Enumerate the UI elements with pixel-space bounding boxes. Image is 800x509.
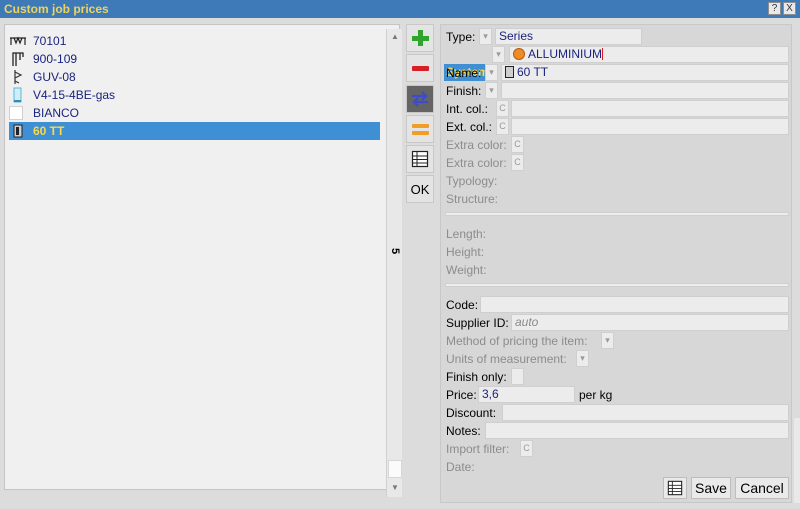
name-label: Name: xyxy=(446,66,482,80)
profile-section-icon xyxy=(9,123,27,139)
height-label: Height: xyxy=(446,245,485,259)
swap-arrows-icon xyxy=(412,91,428,107)
ext-col-field[interactable] xyxy=(511,118,789,135)
discount-label: Discount: xyxy=(446,406,497,420)
scroll-thumb[interactable] xyxy=(388,460,402,478)
code-field[interactable] xyxy=(480,296,789,313)
code-label: Code: xyxy=(446,298,479,312)
list-item-70101[interactable]: 70101 xyxy=(9,32,380,50)
list-item-bianco[interactable]: BIANCO xyxy=(9,104,380,122)
aluminium-badge-icon xyxy=(513,48,525,60)
price-label: Price: xyxy=(446,388,477,402)
list-item-label: 60 TT xyxy=(33,124,65,138)
pricing-method-dropdown: ▾ xyxy=(601,332,614,349)
finish-label: Finish: xyxy=(446,84,482,98)
rail-profile-icon xyxy=(9,33,27,49)
color-swatch-icon xyxy=(9,105,27,121)
bracket-profile-icon xyxy=(9,51,27,67)
type-label: Type: xyxy=(446,30,476,44)
section-divider xyxy=(445,283,789,287)
system-value: ALLUMINIUM xyxy=(528,47,603,61)
pricing-method-label: Method of pricing the item: xyxy=(446,334,588,348)
name-field[interactable]: 60 TT xyxy=(501,64,789,81)
swap-button[interactable] xyxy=(406,85,434,113)
grid-button[interactable] xyxy=(663,477,687,499)
weight-label: Weight: xyxy=(446,263,487,277)
list-item-label: BIANCO xyxy=(33,106,80,120)
extra-color-2-button: C xyxy=(511,154,524,171)
list-item-guv-08[interactable]: GUV-08 xyxy=(9,68,380,86)
profile-section-icon xyxy=(505,66,514,78)
extra-color-1-button: C xyxy=(511,136,524,153)
supplier-id-label: Supplier ID: xyxy=(446,316,509,330)
list-item-label: V4-15-4BE-gas xyxy=(33,88,116,102)
dialog-client: 70101 900-109 GUV-08 V4-15-4BE-gas BIANC… xyxy=(0,18,800,509)
scroll-page-label: 5 xyxy=(389,248,401,255)
int-col-field[interactable] xyxy=(511,100,789,117)
import-filter-button: C xyxy=(520,440,533,457)
list-item-label: GUV-08 xyxy=(33,70,76,84)
price-field[interactable]: 3,6 xyxy=(478,386,575,403)
save-button[interactable]: Save xyxy=(691,477,731,499)
name-dropdown[interactable]: ▾ xyxy=(485,64,498,81)
close-button[interactable]: X xyxy=(783,2,796,15)
table-grid-icon xyxy=(667,480,683,496)
extra-color-1-label: Extra color: xyxy=(446,138,507,152)
ext-col-label: Ext. col.: xyxy=(446,120,493,134)
type-dropdown[interactable]: ▾ xyxy=(479,28,492,45)
discount-field[interactable] xyxy=(502,404,789,421)
length-label: Length: xyxy=(446,227,487,241)
units-label: Units of measurement: xyxy=(446,352,567,366)
title-bar: Custom job prices ? X xyxy=(0,0,800,18)
add-button[interactable] xyxy=(406,24,434,52)
system-field[interactable]: ALLUMINIUM xyxy=(509,46,789,63)
import-filter-label: Import filter: xyxy=(446,442,510,456)
list-scrollbar[interactable]: ▲ 5 ▼ xyxy=(386,29,402,497)
list-item-60-tt[interactable]: 60 TT xyxy=(9,122,380,140)
date-label: Date: xyxy=(446,460,475,474)
notes-label: Notes: xyxy=(446,424,481,438)
int-col-label: Int. col.: xyxy=(446,102,489,116)
glass-pane-icon xyxy=(9,87,27,103)
item-list: 70101 900-109 GUV-08 V4-15-4BE-gas BIANC… xyxy=(4,24,402,497)
finish-dropdown[interactable]: ▾ xyxy=(485,82,498,99)
supplier-id-field[interactable]: auto xyxy=(511,314,789,331)
window-title: Custom job prices xyxy=(4,2,109,16)
table-grid-icon xyxy=(411,150,429,168)
help-button[interactable]: ? xyxy=(768,2,781,15)
right-scrollbar[interactable] xyxy=(794,418,800,503)
finish-field[interactable] xyxy=(501,82,789,99)
structure-label: Structure: xyxy=(446,192,499,206)
units-dropdown: ▾ xyxy=(576,350,589,367)
gasket-profile-icon xyxy=(9,69,27,85)
list-item-label: 900-109 xyxy=(33,52,78,66)
finish-only-label: Finish only: xyxy=(446,370,507,384)
typology-label: Typology: xyxy=(446,174,498,188)
ext-col-button[interactable]: C xyxy=(496,118,509,135)
scroll-up-arrow-icon[interactable]: ▲ xyxy=(387,30,403,44)
equal-button[interactable] xyxy=(406,115,434,143)
system-dropdown[interactable]: ▾ xyxy=(492,46,505,63)
ok-button[interactable]: OK xyxy=(406,175,434,203)
action-toolbar: OK xyxy=(406,24,436,494)
remove-button[interactable] xyxy=(406,54,434,82)
plus-icon xyxy=(412,30,429,46)
section-divider xyxy=(445,212,789,216)
type-field[interactable]: Series xyxy=(495,28,642,45)
list-item-900-109[interactable]: 900-109 xyxy=(9,50,380,68)
price-unit: per kg xyxy=(579,388,613,402)
list-item-v4-15-4be-gas[interactable]: V4-15-4BE-gas xyxy=(9,86,380,104)
cancel-button[interactable]: Cancel xyxy=(735,477,789,499)
scroll-down-arrow-icon[interactable]: ▼ xyxy=(387,481,403,495)
equals-icon xyxy=(412,124,429,135)
finish-only-checkbox[interactable] xyxy=(511,368,524,385)
int-col-button[interactable]: C xyxy=(496,100,509,117)
detail-form: Type: ▾ Series System: ▾ ALLUMINIUM Name… xyxy=(440,24,792,503)
minus-icon xyxy=(412,66,429,71)
table-button[interactable] xyxy=(406,145,434,173)
list-item-label: 70101 xyxy=(33,34,67,48)
notes-field[interactable] xyxy=(485,422,789,439)
name-value: 60 TT xyxy=(517,65,549,79)
extra-color-2-label: Extra color: xyxy=(446,156,507,170)
